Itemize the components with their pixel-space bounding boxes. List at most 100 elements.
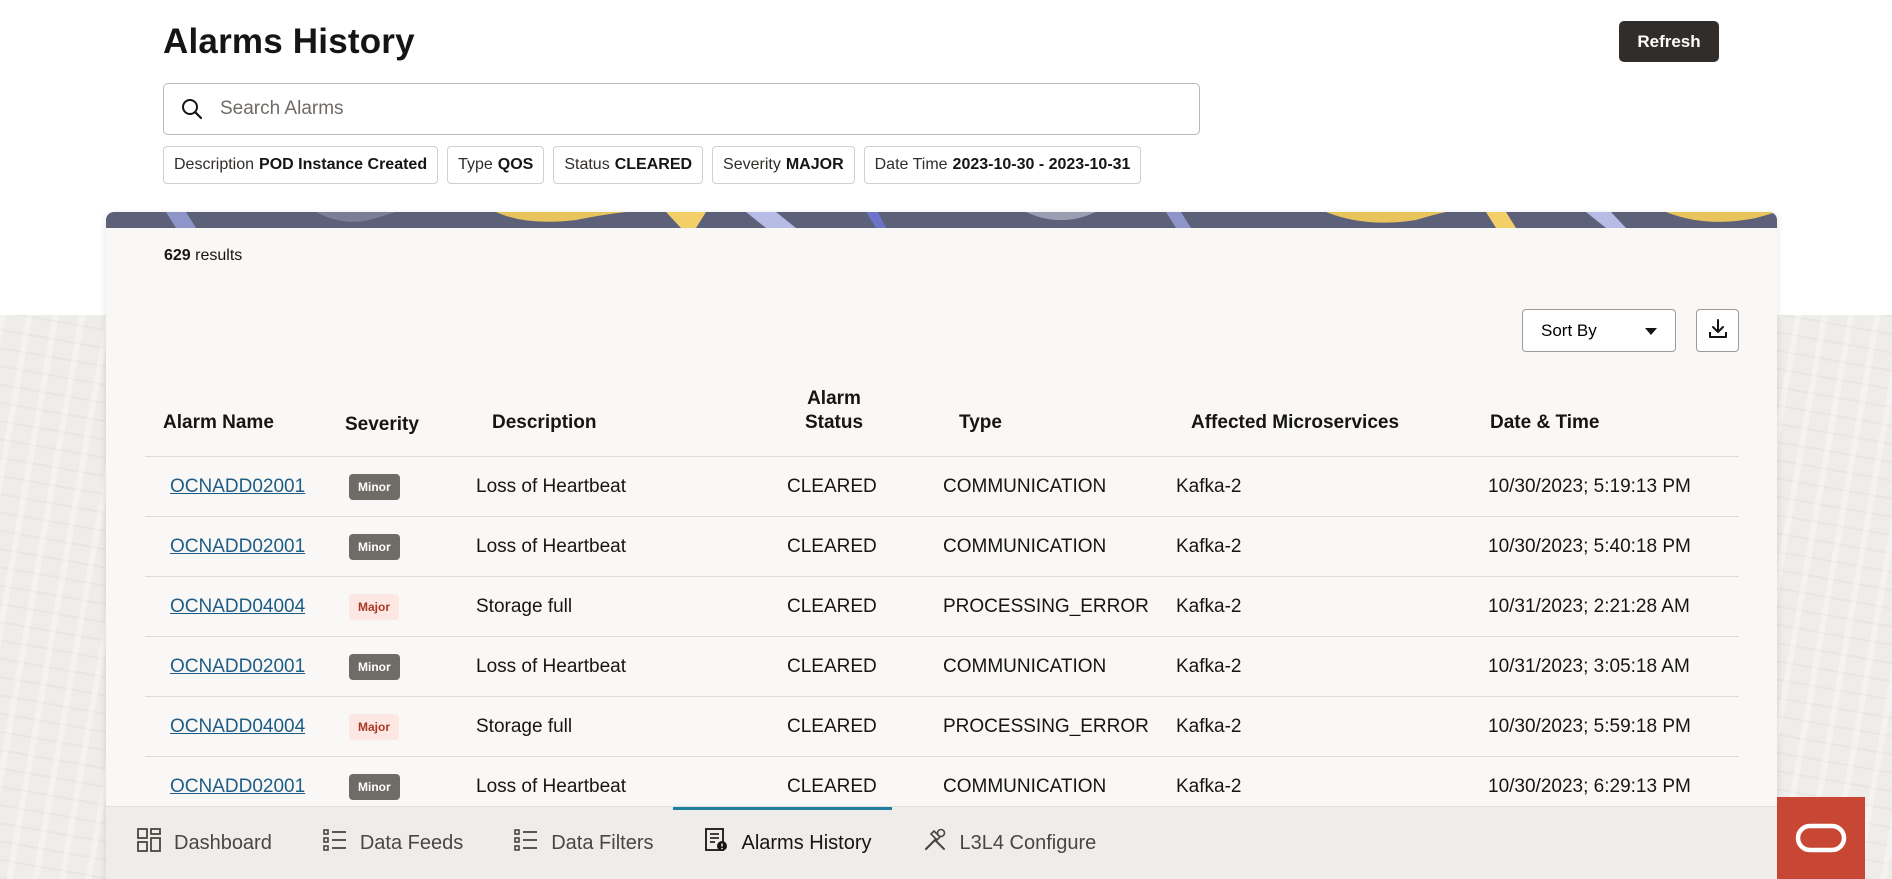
- refresh-button[interactable]: Refresh: [1619, 21, 1719, 62]
- service-cell: Kafka-2: [1176, 716, 1242, 737]
- alarm-name-link[interactable]: OCNADD02001: [170, 476, 305, 498]
- header-line: Status: [804, 412, 864, 433]
- datetime-cell: 10/31/2023; 3:05:18 AM: [1488, 656, 1690, 677]
- type-cell: PROCESSING_ERROR: [943, 716, 1149, 737]
- description-cell: Loss of Heartbeat: [476, 656, 626, 677]
- chip-key: Description: [174, 156, 255, 173]
- service-cell: Kafka-2: [1176, 476, 1242, 497]
- alarm-report-icon: [703, 827, 729, 859]
- alarm-name-link[interactable]: OCNADD02001: [170, 776, 305, 798]
- search-input[interactable]: [220, 85, 1199, 133]
- chip-key: Date Time: [874, 156, 948, 173]
- type-cell: COMMUNICATION: [943, 476, 1107, 497]
- chip-value: MAJOR: [785, 156, 844, 173]
- results-label: results: [195, 247, 243, 264]
- nav-item-l3l4-configure[interactable]: L3L4 Configure: [892, 807, 1117, 879]
- tools-icon: [922, 827, 948, 859]
- nav-label: L3L4 Configure: [959, 831, 1097, 854]
- datetime-cell: 10/30/2023; 5:40:18 PM: [1488, 536, 1691, 557]
- download-button[interactable]: [1696, 309, 1739, 352]
- caret-down-icon: [1645, 328, 1657, 335]
- column-header-severity[interactable]: Severity: [345, 413, 419, 437]
- chip-value: 2023-10-30 - 2023-10-31: [952, 156, 1131, 173]
- severity-badge: Minor: [349, 774, 400, 800]
- status-cell: CLEARED: [787, 716, 877, 737]
- decorative-banner: [106, 212, 1777, 228]
- table-row: OCNADD02001 Minor Loss of Heartbeat CLEA…: [145, 637, 1739, 697]
- results-count: 629 results: [164, 247, 242, 265]
- chip-key: Severity: [723, 156, 781, 173]
- nav-label: Data Filters: [551, 831, 654, 854]
- table-row: OCNADD02001 Minor Loss of Heartbeat CLEA…: [145, 517, 1739, 577]
- service-cell: Kafka-2: [1176, 656, 1242, 677]
- datetime-cell: 10/30/2023; 5:19:13 PM: [1488, 476, 1691, 497]
- page-title: Alarms History: [163, 22, 415, 61]
- column-header-alarm-name[interactable]: Alarm Name: [163, 411, 274, 435]
- chip-key: Type: [458, 156, 493, 173]
- status-cell: CLEARED: [787, 536, 877, 557]
- chip-value: QOS: [497, 156, 534, 173]
- filter-chip-description[interactable]: Description POD Instance Created: [163, 146, 439, 184]
- alarms-table: Alarm Name Severity Description Alarm St…: [145, 382, 1739, 817]
- type-cell: COMMUNICATION: [943, 656, 1107, 677]
- sort-by-dropdown[interactable]: Sort By: [1522, 309, 1676, 352]
- table-row: OCNADD02001 Minor Loss of Heartbeat CLEA…: [145, 457, 1739, 517]
- description-cell: Loss of Heartbeat: [476, 536, 626, 557]
- column-header-type[interactable]: Type: [959, 411, 1002, 435]
- datetime-cell: 10/31/2023; 2:21:28 AM: [1488, 596, 1690, 617]
- dashboard-icon: [136, 827, 162, 859]
- table-row: OCNADD04004 Major Storage full CLEARED P…: [145, 697, 1739, 757]
- results-number: 629: [164, 247, 191, 264]
- severity-badge: Major: [349, 714, 400, 740]
- sort-label: Sort By: [1541, 320, 1597, 340]
- nav-label: Data Feeds: [359, 831, 464, 854]
- nav-item-alarms-history[interactable]: Alarms History: [673, 806, 892, 879]
- column-header-affected-microservices[interactable]: Affected Microservices: [1191, 411, 1399, 435]
- description-cell: Loss of Heartbeat: [476, 476, 626, 497]
- header-line: Alarm: [807, 388, 861, 409]
- filter-chip-date-time[interactable]: Date Time 2023-10-30 - 2023-10-31: [863, 146, 1142, 184]
- chip-value: POD Instance Created: [259, 156, 428, 173]
- filter-chip-status[interactable]: Status CLEARED: [553, 146, 704, 184]
- severity-badge: Minor: [349, 654, 400, 680]
- alarm-name-link[interactable]: OCNADD04004: [170, 716, 305, 738]
- service-cell: Kafka-2: [1176, 596, 1242, 617]
- alarm-name-link[interactable]: OCNADD02001: [170, 656, 305, 678]
- severity-badge: Minor: [349, 474, 400, 500]
- status-cell: CLEARED: [787, 476, 877, 497]
- list-icon: [322, 827, 348, 859]
- status-cell: CLEARED: [787, 596, 877, 617]
- nav-item-data-filters[interactable]: Data Filters: [483, 807, 673, 879]
- bottom-navigation: Dashboard Data Feeds Data Filters Alarms…: [106, 806, 1777, 879]
- datetime-cell: 10/30/2023; 5:59:18 PM: [1488, 716, 1691, 737]
- type-cell: PROCESSING_ERROR: [943, 596, 1149, 617]
- column-header-date-time[interactable]: Date & Time: [1490, 411, 1599, 435]
- oracle-logo[interactable]: [1777, 797, 1865, 879]
- table-header: Alarm Name Severity Description Alarm St…: [145, 382, 1739, 457]
- filter-chip-type[interactable]: Type QOS: [447, 146, 545, 184]
- list-icon: [513, 827, 539, 859]
- alarm-name-link[interactable]: OCNADD02001: [170, 536, 305, 558]
- table-row: OCNADD04004 Major Storage full CLEARED P…: [145, 577, 1739, 637]
- description-cell: Storage full: [476, 596, 573, 617]
- nav-label: Dashboard: [174, 831, 272, 854]
- chip-value: CLEARED: [614, 156, 693, 173]
- severity-badge: Major: [349, 594, 400, 620]
- results-card: 629 results Sort By Alarm Name Severity …: [106, 212, 1777, 879]
- download-icon: [1707, 318, 1729, 343]
- column-header-alarm-status[interactable]: Alarm Status: [799, 387, 869, 435]
- service-cell: Kafka-2: [1176, 536, 1242, 557]
- filter-chips: Description POD Instance Created Type QO…: [163, 146, 1142, 184]
- alarm-name-link[interactable]: OCNADD04004: [170, 596, 305, 618]
- column-header-description[interactable]: Description: [492, 411, 597, 435]
- chip-key: Status: [564, 156, 610, 173]
- description-cell: Storage full: [476, 716, 573, 737]
- filter-chip-severity[interactable]: Severity MAJOR: [712, 146, 855, 184]
- nav-item-data-feeds[interactable]: Data Feeds: [292, 807, 483, 879]
- type-cell: COMMUNICATION: [943, 536, 1107, 557]
- nav-label: Alarms History: [741, 831, 872, 854]
- search-icon: [164, 83, 220, 135]
- nav-item-dashboard[interactable]: Dashboard: [106, 807, 292, 879]
- severity-badge: Minor: [349, 534, 400, 560]
- search-box[interactable]: [163, 83, 1200, 135]
